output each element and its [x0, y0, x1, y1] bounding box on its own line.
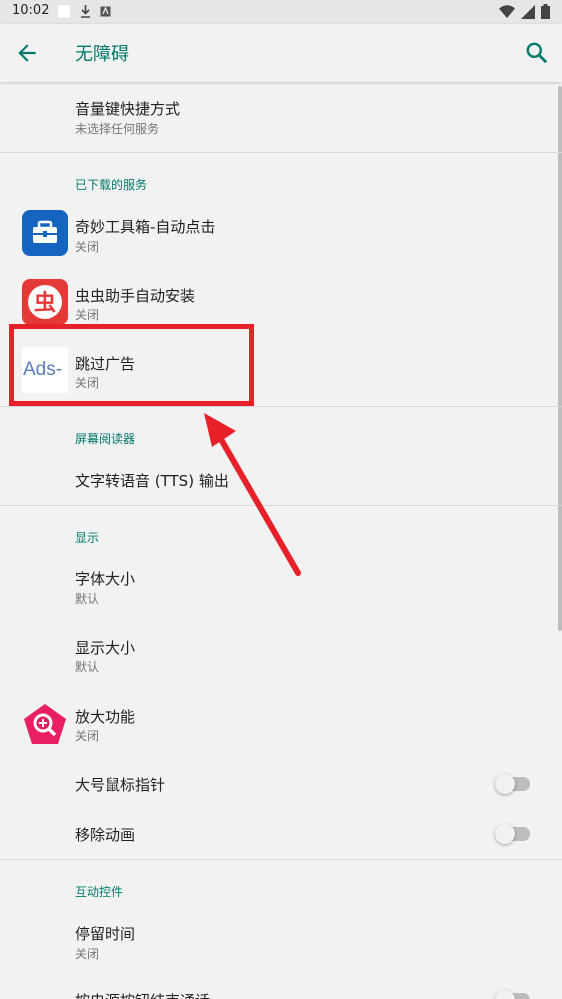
search-icon[interactable]: [524, 40, 550, 66]
qimiao-toolbox-title: 奇妙工具箱-自动点击: [75, 218, 216, 236]
large-pointer-title: 大号鼠标指针: [75, 776, 166, 794]
font-size-subtitle: 默认: [75, 592, 100, 606]
chongchong-subtitle: 关闭: [75, 308, 100, 322]
toggle-thumb: [495, 774, 515, 794]
large-pointer-item[interactable]: 大号鼠标指针: [0, 764, 562, 808]
section-header-downloaded: 已下载的服务: [75, 178, 148, 192]
toggle-thumb: [495, 990, 515, 999]
display-size-item[interactable]: 显示大小 默认: [0, 627, 562, 687]
magnification-subtitle: 关闭: [75, 729, 100, 743]
qimiao-toolbox-icon: [22, 210, 68, 256]
magnification-icon: [22, 702, 68, 748]
dwell-time-title: 停留时间: [75, 925, 136, 943]
power-button-end-call-title: 按电源按钮结束通话: [75, 990, 210, 999]
wifi-icon: [499, 4, 515, 18]
status-time: 10:02: [12, 3, 50, 18]
display-size-subtitle: 默认: [75, 660, 100, 674]
svg-text:虫: 虫: [34, 290, 56, 316]
large-pointer-toggle[interactable]: [495, 774, 530, 794]
display-size-title: 显示大小: [75, 639, 136, 657]
volume-shortcut-item[interactable]: 音量键快捷方式 未选择任何服务: [0, 90, 562, 150]
dwell-time-item[interactable]: 停留时间 关闭: [0, 912, 562, 972]
status-icons: [499, 4, 550, 19]
font-size-title: 字体大小: [75, 570, 136, 588]
qimiao-toolbox-item[interactable]: 奇妙工具箱-自动点击 关闭: [0, 204, 562, 264]
power-button-end-call-toggle[interactable]: [495, 990, 530, 999]
power-button-end-call-item[interactable]: 按电源按钮结束通话: [0, 982, 562, 999]
volume-shortcut-title: 音量键快捷方式: [75, 100, 181, 118]
divider: [0, 859, 562, 860]
status-bar: 10:02: [0, 0, 562, 24]
qimiao-toolbox-subtitle: 关闭: [75, 240, 100, 254]
remove-animations-title: 移除动画: [75, 826, 136, 844]
notification-blank-icon: [58, 5, 70, 18]
section-header-display: 显示: [75, 531, 100, 545]
divider: [0, 152, 562, 153]
magnification-item[interactable]: 放大功能 关闭: [0, 696, 562, 756]
app-notification-icon: [100, 6, 111, 17]
magnification-title: 放大功能: [75, 708, 136, 726]
volume-shortcut-subtitle: 未选择任何服务: [75, 122, 160, 136]
toggle-thumb: [495, 824, 515, 844]
download-icon: [81, 5, 90, 18]
remove-animations-toggle[interactable]: [495, 824, 530, 844]
app-bar: 无障碍: [0, 24, 562, 82]
chongchong-title: 虫虫助手自动安装: [75, 287, 196, 305]
section-header-interaction: 互动控件: [75, 885, 124, 899]
signal-icon: [521, 4, 535, 19]
battery-icon: [541, 4, 550, 19]
page-title: 无障碍: [75, 44, 129, 65]
annotation-arrow-icon: [204, 413, 301, 576]
back-arrow-icon[interactable]: [14, 40, 40, 66]
remove-animations-item[interactable]: 移除动画: [0, 813, 562, 857]
highlight-box: [9, 324, 254, 406]
section-header-screen-reader: 屏幕阅读器: [75, 432, 136, 446]
chongchong-icon: 虫: [22, 279, 68, 325]
dwell-time-subtitle: 关闭: [75, 947, 100, 961]
